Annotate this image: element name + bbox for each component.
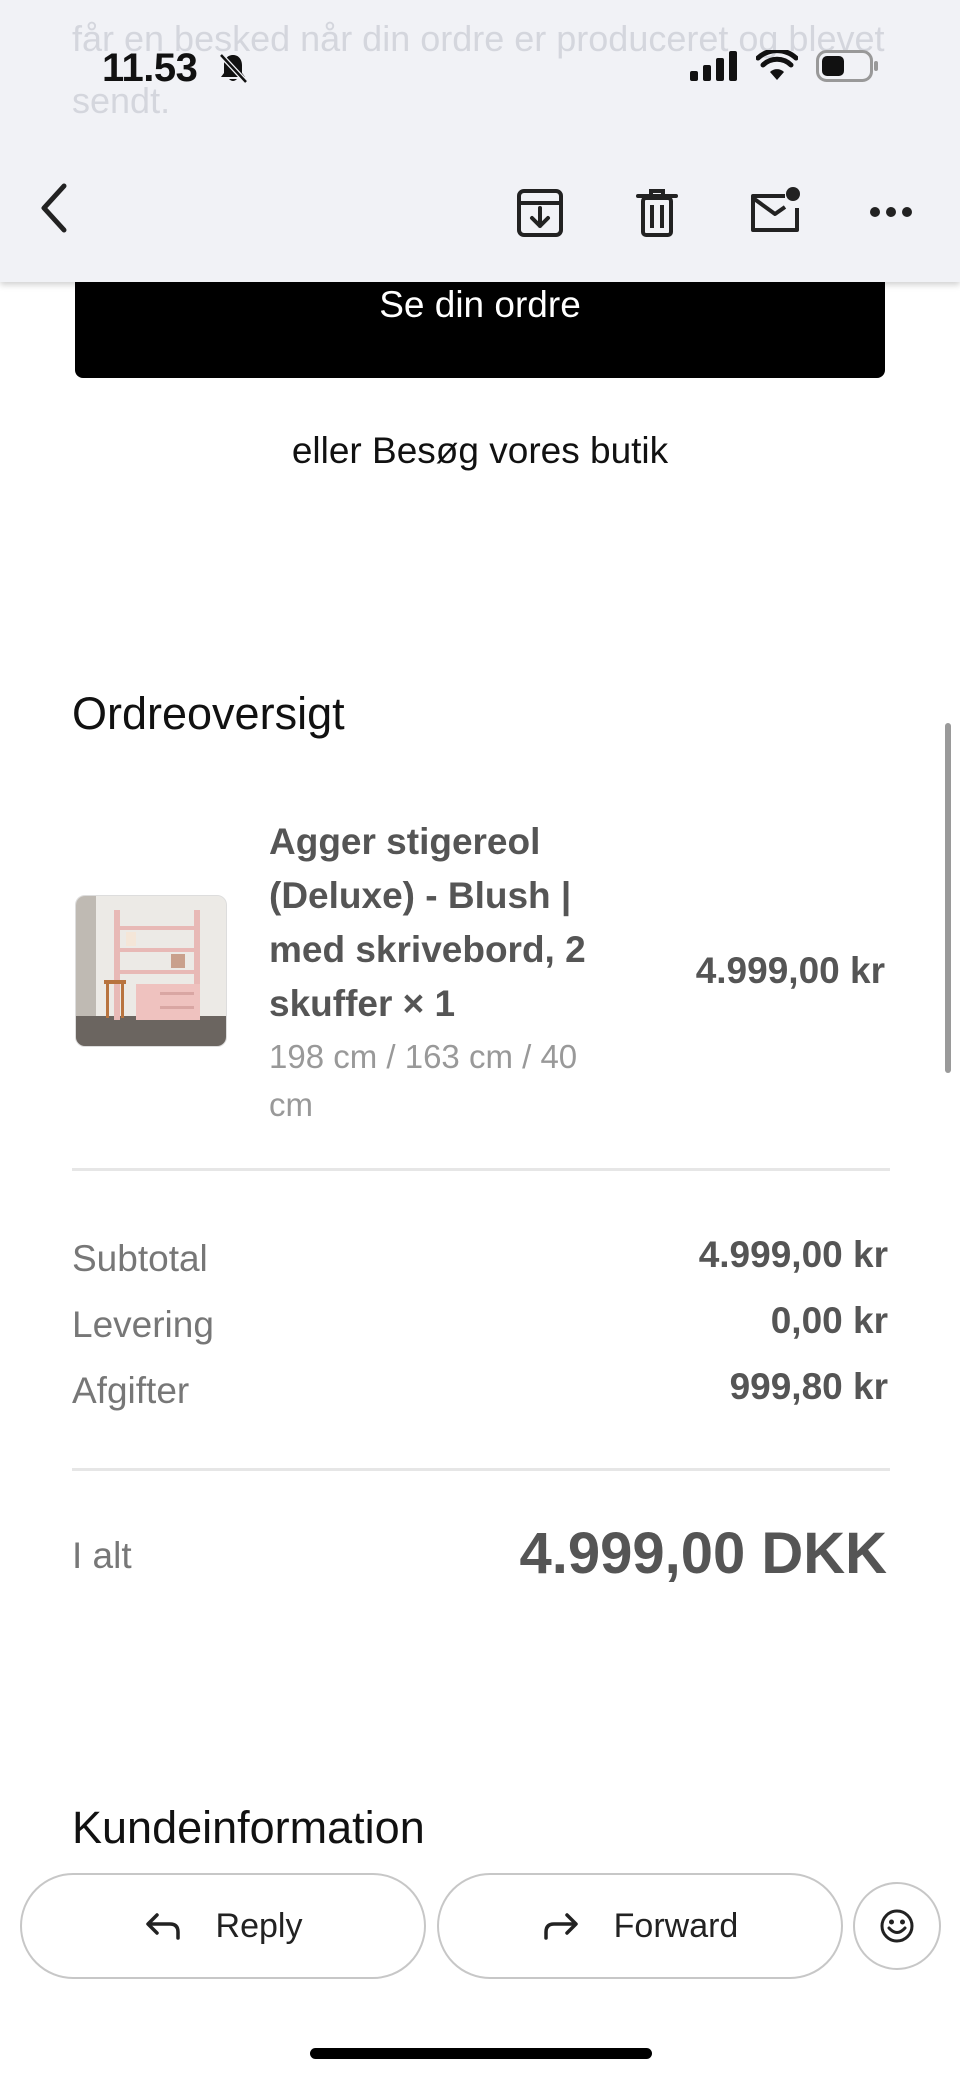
shelf-desk-image: [76, 896, 226, 1046]
reply-button[interactable]: Reply: [20, 1873, 426, 1979]
back-chevron-icon[interactable]: [34, 180, 74, 236]
subtotal-value: 4.999,00 kr: [698, 1234, 888, 1275]
battery-icon: [816, 50, 878, 82]
taxes-label: Afgifter: [72, 1370, 190, 1411]
status-icons: [690, 50, 880, 82]
reply-label: Reply: [215, 1906, 303, 1945]
cellular-signal-icon: [690, 51, 737, 81]
product-title: Agger stigereol (Deluxe) - Blush | med s…: [269, 821, 586, 1024]
home-indicator[interactable]: [310, 2048, 652, 2059]
forward-button[interactable]: Forward: [437, 1873, 843, 1979]
trash-icon[interactable]: [636, 188, 678, 238]
visit-store-link[interactable]: eller Besøg vores butik: [0, 430, 960, 472]
total-label: I alt: [72, 1535, 132, 1576]
customer-info-title: Kundeinformation: [72, 1802, 425, 1853]
order-summary-title: Ordreoversigt: [72, 688, 345, 739]
reply-arrow-icon: [145, 1913, 180, 1940]
divider: [72, 1168, 890, 1171]
emoji-reaction-button[interactable]: [853, 1882, 941, 1970]
shipping-value: 0,00 kr: [770, 1300, 888, 1341]
status-time: 11.53: [102, 46, 198, 90]
product-variant: 198 cm / 163 cm / 40 cm: [269, 1038, 578, 1123]
archive-icon[interactable]: [516, 188, 564, 238]
bell-slash-icon: [219, 53, 248, 84]
wifi-icon: [756, 50, 798, 80]
shipping-label: Levering: [72, 1304, 214, 1345]
scrollbar[interactable]: [945, 723, 951, 1073]
product-image: [75, 895, 227, 1047]
taxes-value: 999,80 kr: [729, 1366, 888, 1407]
smiley-icon: [880, 1909, 914, 1943]
mark-unread-icon[interactable]: [749, 186, 801, 234]
more-icon[interactable]: [869, 205, 913, 219]
divider: [72, 1468, 890, 1471]
top-bar: får en besked når din ordre er producere…: [0, 0, 960, 282]
subtotal-label: Subtotal: [72, 1238, 208, 1279]
forward-label: Forward: [613, 1906, 739, 1945]
product-price: 4.999,00 kr: [695, 950, 885, 991]
total-value: 4.999,00 DKK: [519, 1521, 887, 1586]
forward-arrow-icon: [543, 1913, 578, 1940]
